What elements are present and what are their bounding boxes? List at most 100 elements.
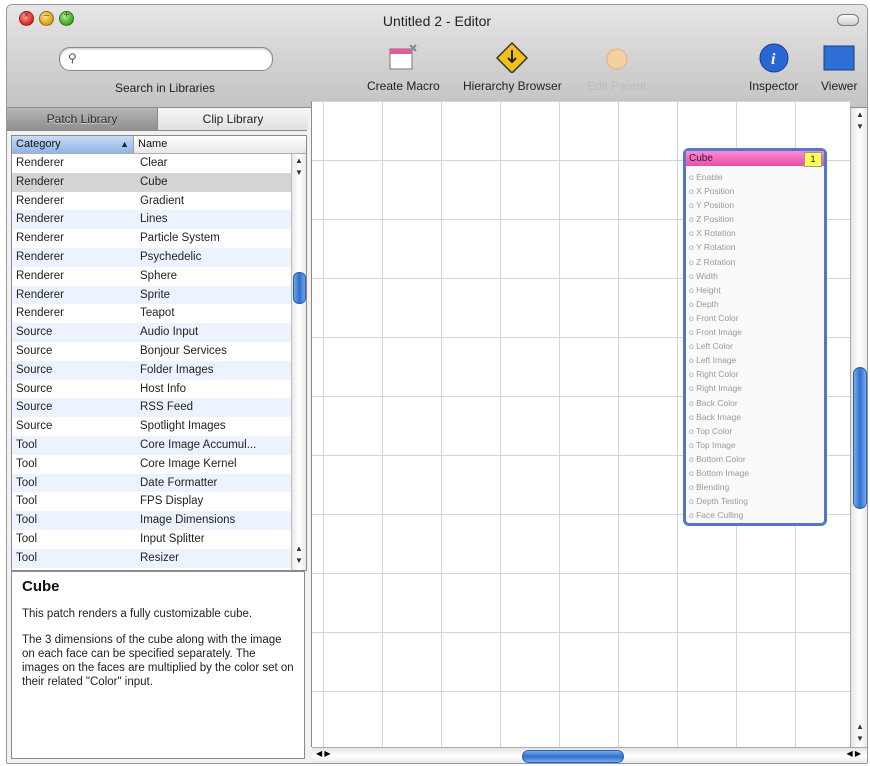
list-item[interactable]: Tool FPS Display bbox=[12, 492, 292, 511]
name-cell: Host Info bbox=[140, 382, 187, 395]
scroll-left-icon[interactable]: ◀ ▶ bbox=[316, 749, 331, 758]
list-item[interactable]: Tool Core Image Kernel bbox=[12, 455, 292, 474]
list-item[interactable]: Renderer Sphere bbox=[12, 267, 292, 286]
input-port[interactable]: Z Rotation bbox=[689, 255, 821, 269]
edit-parent-icon bbox=[600, 41, 634, 73]
category-cell: Renderer bbox=[16, 213, 64, 226]
input-port[interactable]: Back Color bbox=[689, 396, 821, 410]
column-header-category[interactable]: Category ▲ bbox=[12, 136, 134, 153]
input-port[interactable]: Right Image bbox=[689, 381, 821, 395]
input-port[interactable]: Blending bbox=[689, 480, 821, 494]
description-title: Cube bbox=[22, 578, 60, 595]
name-cell: Clear bbox=[140, 157, 168, 169]
toolbar-toggle-button[interactable] bbox=[837, 14, 859, 26]
create-macro-icon bbox=[386, 41, 420, 73]
name-cell: Resizer bbox=[140, 551, 179, 564]
patch-title[interactable]: Cube 1 bbox=[686, 151, 824, 167]
input-port[interactable]: Enable bbox=[689, 170, 821, 184]
name-cell: Spotlight Images bbox=[140, 420, 226, 433]
list-item[interactable]: Renderer Sprite bbox=[12, 285, 292, 305]
input-port[interactable]: Width bbox=[689, 269, 821, 283]
list-scroll-thumb[interactable] bbox=[293, 272, 306, 304]
edit-parent-button[interactable]: Edit Parent bbox=[587, 41, 646, 93]
library-search-input[interactable]: ⚲ bbox=[59, 47, 273, 71]
name-cell: Particle System bbox=[140, 232, 220, 245]
viewer-button[interactable]: Viewer bbox=[821, 41, 857, 93]
name-cell: Sprite bbox=[140, 288, 171, 301]
scroll-up-icon[interactable]: ▲ bbox=[292, 544, 306, 556]
list-item[interactable]: Renderer Teapot bbox=[12, 304, 292, 323]
input-port[interactable]: Left Color bbox=[689, 339, 821, 353]
list-item[interactable]: Renderer Lines bbox=[12, 210, 292, 230]
category-cell: Source bbox=[16, 382, 53, 395]
tab-patch-library[interactable]: Patch Library bbox=[7, 108, 157, 130]
list-item[interactable]: Source Folder Images bbox=[12, 360, 292, 380]
input-port[interactable]: X Rotation bbox=[689, 226, 821, 240]
input-port[interactable]: Front Color bbox=[689, 311, 821, 325]
input-port[interactable]: Back Image bbox=[689, 410, 821, 424]
scroll-up-icon[interactable]: ▲ bbox=[853, 722, 867, 734]
input-port[interactable]: Bottom Image bbox=[689, 466, 821, 480]
input-port[interactable]: Face Culling bbox=[689, 508, 821, 522]
patch-input-ports: EnableX PositionY PositionZ PositionX Ro… bbox=[689, 170, 821, 522]
input-port[interactable]: Bottom Color bbox=[689, 452, 821, 466]
list-item[interactable]: Source Bonjour Services bbox=[12, 342, 292, 361]
list-item[interactable]: Renderer Particle System bbox=[12, 229, 292, 248]
tab-clip-library[interactable]: Clip Library bbox=[157, 108, 308, 130]
list-scrollbar[interactable]: ▲ ▼ ▲ ▼ bbox=[291, 154, 306, 570]
input-port[interactable]: Top Color bbox=[689, 424, 821, 438]
list-header: Category ▲ Name bbox=[12, 136, 306, 154]
inspector-button[interactable]: i Inspector bbox=[749, 41, 798, 93]
input-port[interactable]: Y Rotation bbox=[689, 240, 821, 254]
scroll-down-icon[interactable]: ▼ bbox=[292, 556, 306, 568]
list-item[interactable]: Source Spotlight Images bbox=[12, 417, 292, 436]
list-item[interactable]: Renderer Psychedelic bbox=[12, 247, 292, 267]
cube-patch[interactable]: Cube 1 EnableX PositionY PositionZ Posit… bbox=[683, 148, 827, 526]
list-item[interactable]: Renderer Cube bbox=[12, 172, 292, 192]
input-port[interactable]: Z Position bbox=[689, 212, 821, 226]
editor-horizontal-scrollbar[interactable]: ◀ ▶ ◀ ▶ bbox=[312, 747, 867, 763]
input-port[interactable]: Height bbox=[689, 283, 821, 297]
list-item[interactable]: Tool Input Splitter bbox=[12, 530, 292, 549]
list-item[interactable]: Tool Date Formatter bbox=[12, 473, 292, 493]
editor-horizontal-thumb[interactable] bbox=[522, 750, 624, 763]
category-cell: Tool bbox=[16, 514, 38, 527]
category-cell: Tool bbox=[16, 495, 38, 508]
scroll-down-icon[interactable]: ▼ bbox=[853, 122, 867, 134]
input-port[interactable]: Depth Testing bbox=[689, 494, 821, 508]
create-macro-button[interactable]: Create Macro bbox=[367, 41, 440, 93]
scroll-down-icon[interactable]: ▼ bbox=[853, 734, 867, 746]
search-icon: ⚲ bbox=[68, 51, 77, 65]
name-cell: RSS Feed bbox=[140, 401, 194, 414]
column-header-name[interactable]: Name bbox=[138, 136, 167, 153]
category-cell: Tool bbox=[16, 476, 38, 489]
list-item[interactable]: Tool Image Dimensions bbox=[12, 511, 292, 530]
list-item[interactable]: Tool Resizer bbox=[12, 548, 292, 568]
list-item[interactable]: Source Host Info bbox=[12, 380, 292, 399]
list-item[interactable]: Renderer Clear bbox=[12, 154, 292, 173]
list-item[interactable]: Renderer Gradient bbox=[12, 192, 292, 211]
input-port[interactable]: Front Image bbox=[689, 325, 821, 339]
list-item[interactable]: Source RSS Feed bbox=[12, 398, 292, 418]
scroll-up-icon[interactable]: ▲ bbox=[292, 156, 306, 168]
input-port[interactable]: Y Position bbox=[689, 198, 821, 212]
list-item[interactable]: Source Audio Input bbox=[12, 323, 292, 342]
list-item[interactable]: Tool Core Image Accumul... bbox=[12, 435, 292, 455]
name-cell: Folder Images bbox=[140, 363, 214, 376]
scroll-up-icon[interactable]: ▲ bbox=[853, 110, 867, 122]
name-cell: Cube bbox=[140, 175, 168, 188]
hierarchy-browser-button[interactable]: Hierarchy Browser bbox=[463, 41, 562, 93]
input-port[interactable]: X Position bbox=[689, 184, 821, 198]
name-cell: Gradient bbox=[140, 194, 185, 207]
scroll-down-icon[interactable]: ▼ bbox=[292, 168, 306, 180]
category-cell: Source bbox=[16, 420, 53, 433]
input-port[interactable]: Top Image bbox=[689, 438, 821, 452]
editor-vertical-scrollbar[interactable]: ▲ ▼ ▲ ▼ bbox=[850, 108, 867, 748]
description-paragraph: The 3 dimensions of the cube along with … bbox=[22, 634, 294, 688]
input-port[interactable]: Left Image bbox=[689, 353, 821, 367]
input-port[interactable]: Depth bbox=[689, 297, 821, 311]
editor-vertical-thumb[interactable] bbox=[853, 367, 867, 509]
scroll-right-icon[interactable]: ◀ ▶ bbox=[846, 749, 861, 758]
svg-text:i: i bbox=[771, 51, 776, 68]
input-port[interactable]: Right Color bbox=[689, 367, 821, 381]
